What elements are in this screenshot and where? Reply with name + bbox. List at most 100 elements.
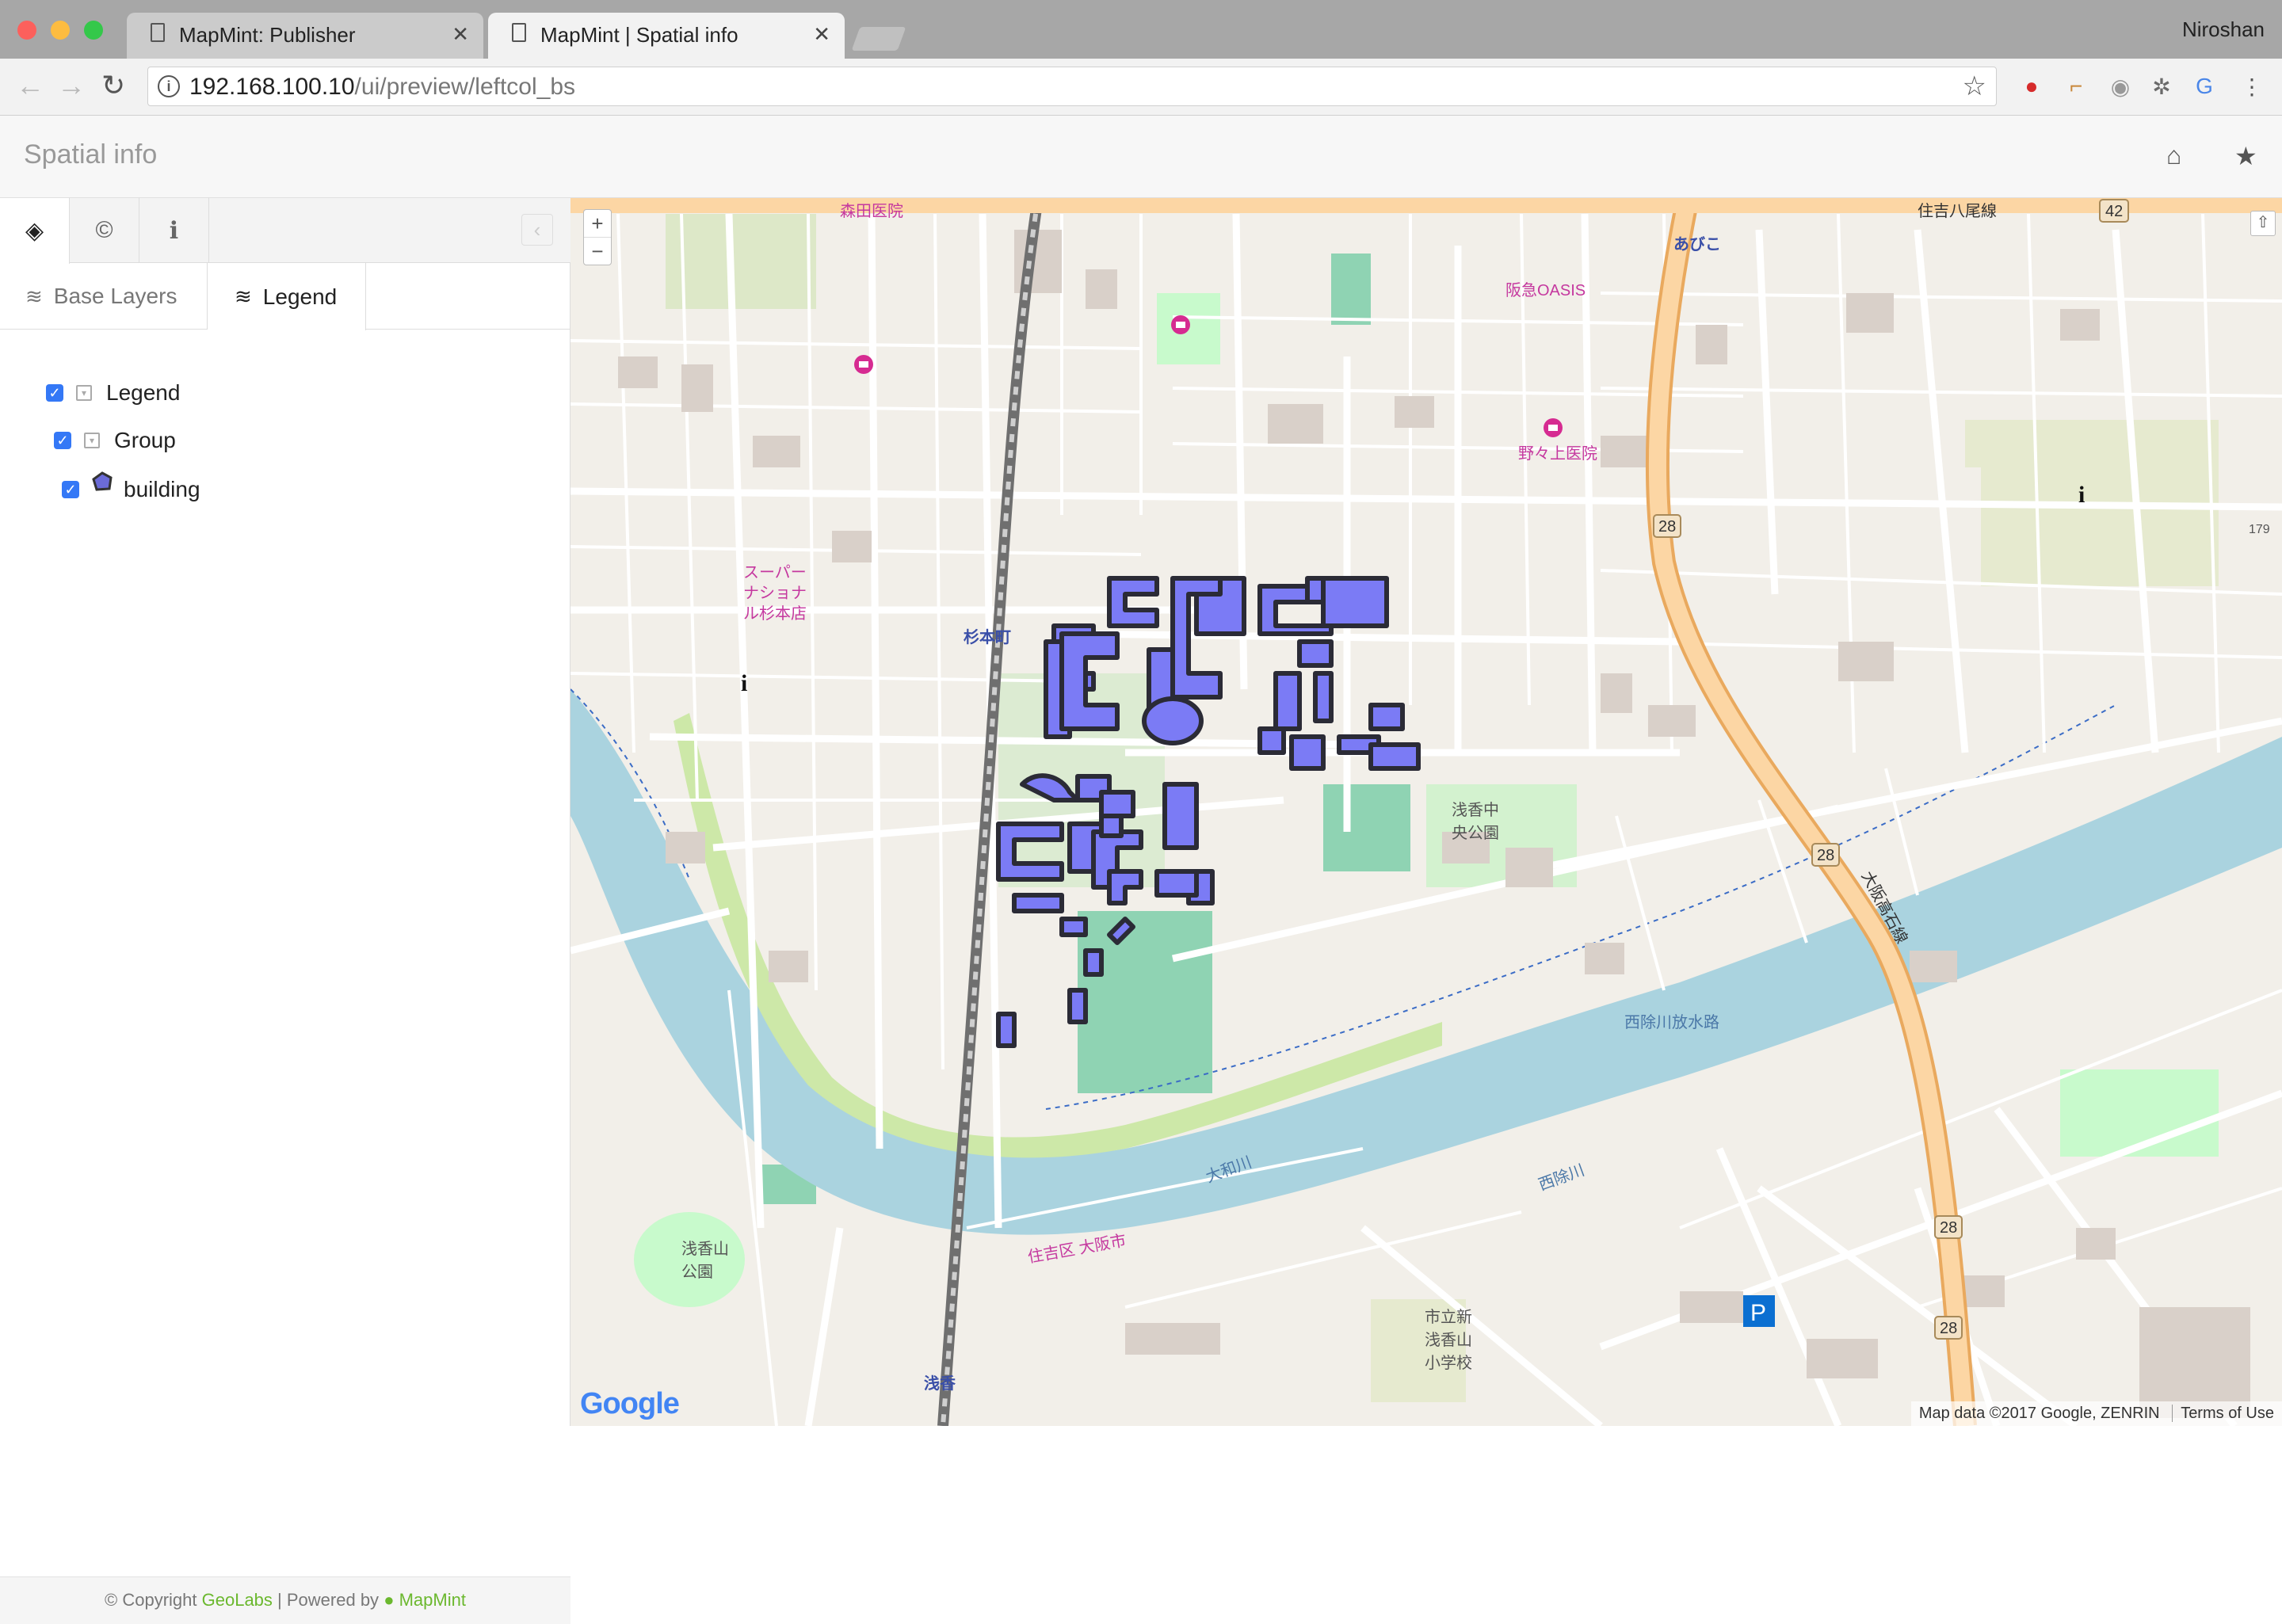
map-label: あびこ xyxy=(1673,236,1721,254)
tree-item-label: Legend xyxy=(106,380,181,405)
sidebar-footer: © Copyright GeoLabs | Powered by ● MapMi… xyxy=(0,1576,570,1624)
profile-name[interactable]: Niroshan xyxy=(2182,17,2265,42)
mapmint-link[interactable]: MapMint xyxy=(399,1590,466,1610)
map-label: 浅香 xyxy=(924,1375,956,1393)
map-label: 西除川放水路 xyxy=(1624,1014,1719,1031)
map-label: 野々上医院 xyxy=(1518,445,1597,463)
map-label: スーパーナショナル杉本店 xyxy=(743,564,807,623)
chevron-down-icon[interactable]: ▾ xyxy=(84,433,100,448)
translate-icon[interactable]: G xyxy=(2192,73,2217,100)
tab-legend[interactable]: ≋ Legend xyxy=(208,263,366,330)
tab-info[interactable]: ℹ xyxy=(139,198,209,263)
url-text: 192.168.100.10/ui/preview/leftcol_bs xyxy=(189,74,575,101)
site-info-icon[interactable]: i xyxy=(158,75,180,97)
forward-arrow-icon[interactable]: → xyxy=(57,70,86,101)
map-label: 阪急OASIS xyxy=(1505,282,1586,299)
map-label: 住吉八尾線 xyxy=(1918,203,1997,220)
reload-icon[interactable]: ↻ xyxy=(101,70,125,101)
sidebar: ◈ © ℹ ‹ ≋ Base Layers ≋ Legend ✓ ▾ Legen… xyxy=(0,198,570,1624)
svg-text:28: 28 xyxy=(1817,847,1834,864)
browser-tabstrip: MapMint: Publisher ✕ MapMint | Spatial i… xyxy=(0,0,2282,59)
sidebar-icon-tabs: ◈ © ℹ ‹ xyxy=(0,198,570,264)
info-icon: ℹ xyxy=(169,217,179,244)
polygon-layer-icon xyxy=(92,471,113,497)
tree-item-label: Group xyxy=(114,428,176,452)
tab-label: Base Layers xyxy=(53,284,177,308)
map-label: 市立新浅香山小学校 xyxy=(1425,1309,1472,1372)
camera-icon[interactable]: ◉ xyxy=(2108,73,2133,100)
map-canvas[interactable]: 28 28 28 28 42 i i P xyxy=(570,198,2282,1426)
bookmark-ribbon-icon[interactable]: ⌐ xyxy=(2063,73,2089,100)
building-checkbox[interactable]: ✓ xyxy=(62,481,79,498)
bug-icon[interactable]: ✲ xyxy=(2149,73,2174,100)
copyright-icon: © xyxy=(95,217,113,243)
tab-layers[interactable]: ◈ xyxy=(0,198,70,264)
back-arrow-icon[interactable]: ← xyxy=(16,70,44,101)
page-icon xyxy=(512,23,526,42)
close-window-button[interactable] xyxy=(17,21,36,40)
page-icon xyxy=(151,23,165,42)
menu-dots-icon[interactable]: ⋮ xyxy=(2239,73,2265,100)
sidebar-sub-tabs: ≋ Base Layers ≋ Legend xyxy=(0,263,570,330)
attribution-text: Map data ©2017 Google, ZENRIN xyxy=(1918,1405,2160,1422)
tab-close-icon[interactable]: ✕ xyxy=(452,22,469,47)
tree-item-legend[interactable]: ✓ ▾ Legend xyxy=(46,380,180,406)
address-bar[interactable]: i 192.168.100.10/ui/preview/leftcol_bs ☆ xyxy=(147,67,1997,106)
tab-close-icon[interactable]: ✕ xyxy=(813,22,830,47)
group-checkbox[interactable]: ✓ xyxy=(54,432,71,449)
geolabs-link[interactable]: GeoLabs xyxy=(202,1590,273,1610)
map-label: 浅香山公園 xyxy=(681,1241,729,1281)
google-logo-text: Google xyxy=(580,1387,680,1420)
copyright-text: © Copyright xyxy=(105,1590,197,1610)
map-attribution: Map data ©2017 Google, ZENRIN Terms of U… xyxy=(1910,1401,2282,1426)
svg-text:42: 42 xyxy=(2105,203,2123,220)
maximize-window-button[interactable] xyxy=(84,21,103,40)
layers-icon: ◈ xyxy=(25,218,44,244)
minimize-window-button[interactable] xyxy=(51,21,70,40)
new-tab-button[interactable] xyxy=(851,27,906,51)
browser-tab-publisher[interactable]: MapMint: Publisher ✕ xyxy=(127,13,483,59)
svg-text:P: P xyxy=(1750,1300,1766,1326)
layers-icon: ≋ xyxy=(25,284,43,308)
opera-icon[interactable]: ● xyxy=(2019,73,2044,100)
svg-text:28: 28 xyxy=(1940,1219,1957,1237)
url-path: /ui/preview/leftcol_bs xyxy=(354,74,576,100)
star-icon[interactable]: ★ xyxy=(2234,141,2257,171)
svg-text:i: i xyxy=(2078,482,2085,508)
zoom-in-button[interactable]: + xyxy=(584,210,611,237)
svg-text:28: 28 xyxy=(1940,1320,1957,1337)
tab-title: MapMint | Spatial info xyxy=(540,23,738,47)
url-host: 192.168.100.10 xyxy=(189,74,355,100)
layers-icon: ≋ xyxy=(235,284,252,308)
svg-text:i: i xyxy=(741,670,747,696)
legend-checkbox[interactable]: ✓ xyxy=(46,384,63,402)
zoom-out-button[interactable]: − xyxy=(584,237,611,265)
tab-copyright[interactable]: © xyxy=(70,198,139,263)
tree-item-label: building xyxy=(124,477,200,501)
zoom-control: + − xyxy=(583,209,612,265)
powered-by-text: | Powered by xyxy=(277,1590,380,1610)
map-label: 浅香中央公園 xyxy=(1452,802,1499,842)
google-logo: Google xyxy=(580,1387,680,1421)
home-icon[interactable]: ⌂ xyxy=(2166,141,2181,170)
map-label: 179 xyxy=(2249,523,2270,536)
app-header: Spatial info ⌂ ★ xyxy=(0,116,2282,198)
browser-toolbar: ← → ↻ i 192.168.100.10/ui/preview/leftco… xyxy=(0,59,2282,116)
tab-label: Legend xyxy=(262,284,338,309)
tab-base-layers[interactable]: ≋ Base Layers xyxy=(0,263,208,330)
page-title: Spatial info xyxy=(24,139,158,170)
chevron-down-icon[interactable]: ▾ xyxy=(76,385,92,401)
mapmint-leaf-icon: ● xyxy=(384,1590,395,1610)
tree-item-group[interactable]: ✓ ▾ Group xyxy=(54,428,176,453)
map-label: 杉本町 xyxy=(964,629,1011,646)
collapse-sidebar-button[interactable]: ‹ xyxy=(521,214,553,246)
fullscreen-button[interactable]: ⇧ xyxy=(2250,211,2276,236)
map-view[interactable]: 28 28 28 28 42 i i P + − ⇧ 森田医院 住吉八尾線 あびこ 阪急O… xyxy=(570,198,2282,1426)
bookmark-star-icon[interactable]: ☆ xyxy=(1963,71,1986,102)
tree-item-building[interactable]: ✓ building xyxy=(62,471,200,502)
browser-tab-spatial-info[interactable]: MapMint | Spatial info ✕ xyxy=(488,13,845,59)
svg-text:28: 28 xyxy=(1658,518,1676,536)
terms-link[interactable]: Terms of Use xyxy=(2172,1405,2274,1422)
chevron-left-icon: ‹ xyxy=(533,218,541,242)
map-label: 森田医院 xyxy=(840,203,903,220)
